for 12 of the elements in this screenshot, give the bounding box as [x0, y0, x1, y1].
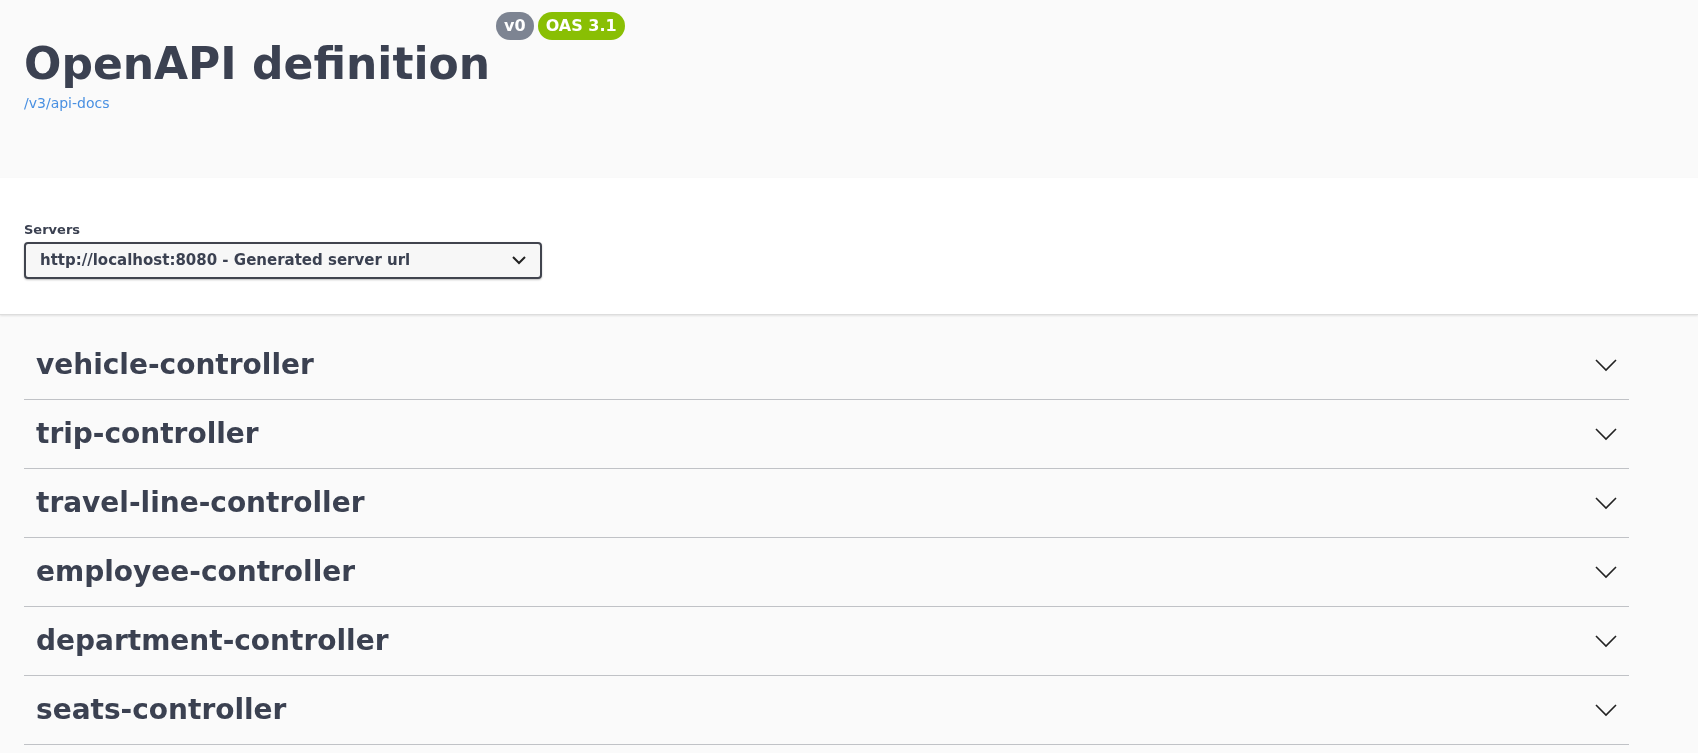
server-select[interactable]: http://localhost:8080 - Generated server url	[24, 241, 542, 279]
tag-section-header[interactable]: travel-line-controller	[24, 469, 1629, 538]
servers-label: Servers	[24, 221, 82, 239]
tag-section-header[interactable]: vehicle-controller	[24, 331, 1629, 400]
page-title: OpenAPI definition	[24, 38, 491, 91]
tag-section-header[interactable]: seats-controller	[24, 676, 1629, 745]
tag-section-header[interactable]: department-controller	[24, 607, 1629, 676]
version-badge: v0	[496, 12, 534, 40]
spec-version-badge: OAS 3.1	[537, 12, 625, 40]
chevron-down-icon	[512, 255, 526, 265]
tag-section-header[interactable]: trip-controller	[24, 400, 1629, 469]
tag-section-header[interactable]: employee-controller	[24, 538, 1629, 607]
